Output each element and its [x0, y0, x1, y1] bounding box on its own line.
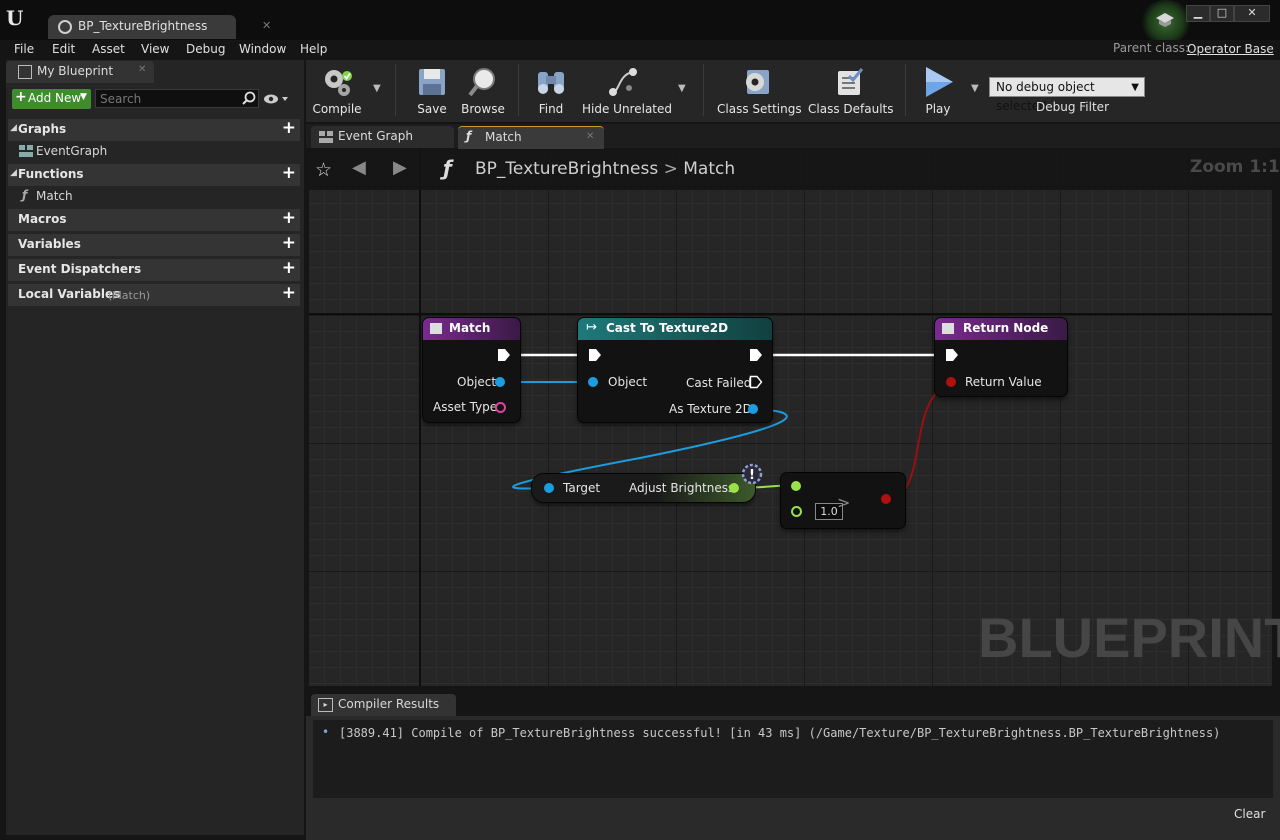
return-value-pin-label: Return Value: [965, 375, 1042, 389]
adjust-brightness-label: Adjust Brightness: [629, 481, 735, 495]
match-node[interactable]: Match Object Asset Type: [423, 318, 520, 422]
compare-b-in-pin[interactable]: [791, 506, 802, 517]
warning-gear-icon: !: [741, 463, 763, 485]
object-in-pin[interactable]: [588, 377, 598, 387]
as-texture-pin-label: As Texture 2D: [669, 402, 752, 416]
match-node-header: Match: [423, 318, 520, 340]
asset-type-pin-label: Asset Type: [433, 400, 498, 414]
return-value-in-pin[interactable]: [946, 377, 956, 387]
target-pin-label: Target: [563, 481, 601, 495]
forward-arrow-icon[interactable]: ▶: [393, 157, 407, 178]
exec-in-pin-icon[interactable]: [945, 348, 959, 362]
breadcrumb: BP_TextureBrightness > Match: [475, 159, 735, 179]
log-icon: ▸: [318, 698, 333, 712]
function-icon: ƒ: [443, 156, 452, 180]
compare-a-in-pin[interactable]: [791, 481, 801, 491]
exec-in-pin-icon[interactable]: [588, 348, 602, 362]
cast-node-title: Cast To Texture2D: [606, 321, 729, 335]
adjust-brightness-out-pin[interactable]: [729, 483, 739, 493]
cast-arrow-icon: ↦: [586, 320, 597, 335]
breadcrumb-separator: >: [663, 159, 678, 179]
graph-header-bar: [309, 150, 1272, 190]
back-arrow-icon[interactable]: ◀: [352, 157, 366, 178]
return-node[interactable]: Return Node Return Value: [935, 318, 1067, 396]
svg-text:!: !: [749, 468, 755, 483]
zoom-level: Zoom 1:1: [1190, 157, 1280, 177]
greater-than-icon: >: [837, 493, 851, 512]
log-bullet-icon: •: [322, 725, 330, 739]
compiler-results-tab-label: Compiler Results: [338, 697, 440, 711]
compiler-results-tab[interactable]: ▸ Compiler Results: [311, 694, 456, 716]
asset-type-out-pin[interactable]: [495, 402, 506, 413]
object-out-pin[interactable]: [495, 377, 505, 387]
compare-result-out-pin[interactable]: [881, 494, 891, 504]
target-in-pin[interactable]: [544, 483, 554, 493]
object-pin-label: Object: [457, 375, 497, 389]
cast-failed-exec-pin[interactable]: [749, 375, 763, 389]
compare-float-node[interactable]: 1.0 >: [781, 473, 905, 528]
breadcrumb-root[interactable]: BP_TextureBrightness: [475, 159, 658, 179]
match-node-title: Match: [449, 321, 491, 335]
node-entry-icon: [430, 323, 442, 334]
favorite-star-icon[interactable]: ☆: [315, 159, 332, 181]
exec-out-pin-icon[interactable]: [497, 348, 511, 362]
cast-node-header: ↦ Cast To Texture2D: [578, 318, 772, 340]
breadcrumb-leaf[interactable]: Match: [683, 159, 735, 179]
return-node-header: Return Node: [935, 318, 1067, 340]
as-texture-out-pin[interactable]: [748, 404, 758, 414]
cast-object-pin-label: Object: [608, 375, 648, 389]
clear-button[interactable]: Clear: [1234, 807, 1265, 821]
cast-failed-pin-label: Cast Failed: [686, 376, 752, 390]
adjust-brightness-node[interactable]: Target Adjust Brightness: [532, 474, 755, 502]
compiler-message[interactable]: [3889.41] Compile of BP_TextureBrightnes…: [339, 726, 1220, 740]
return-node-title: Return Node: [963, 321, 1049, 335]
node-exit-icon: [942, 323, 954, 334]
exec-out-pin-icon[interactable]: [749, 348, 763, 362]
cast-to-texture2d-node[interactable]: ↦ Cast To Texture2D Object Cast Failed A…: [578, 318, 772, 422]
blueprint-watermark: BLUEPRINT: [978, 606, 1280, 669]
